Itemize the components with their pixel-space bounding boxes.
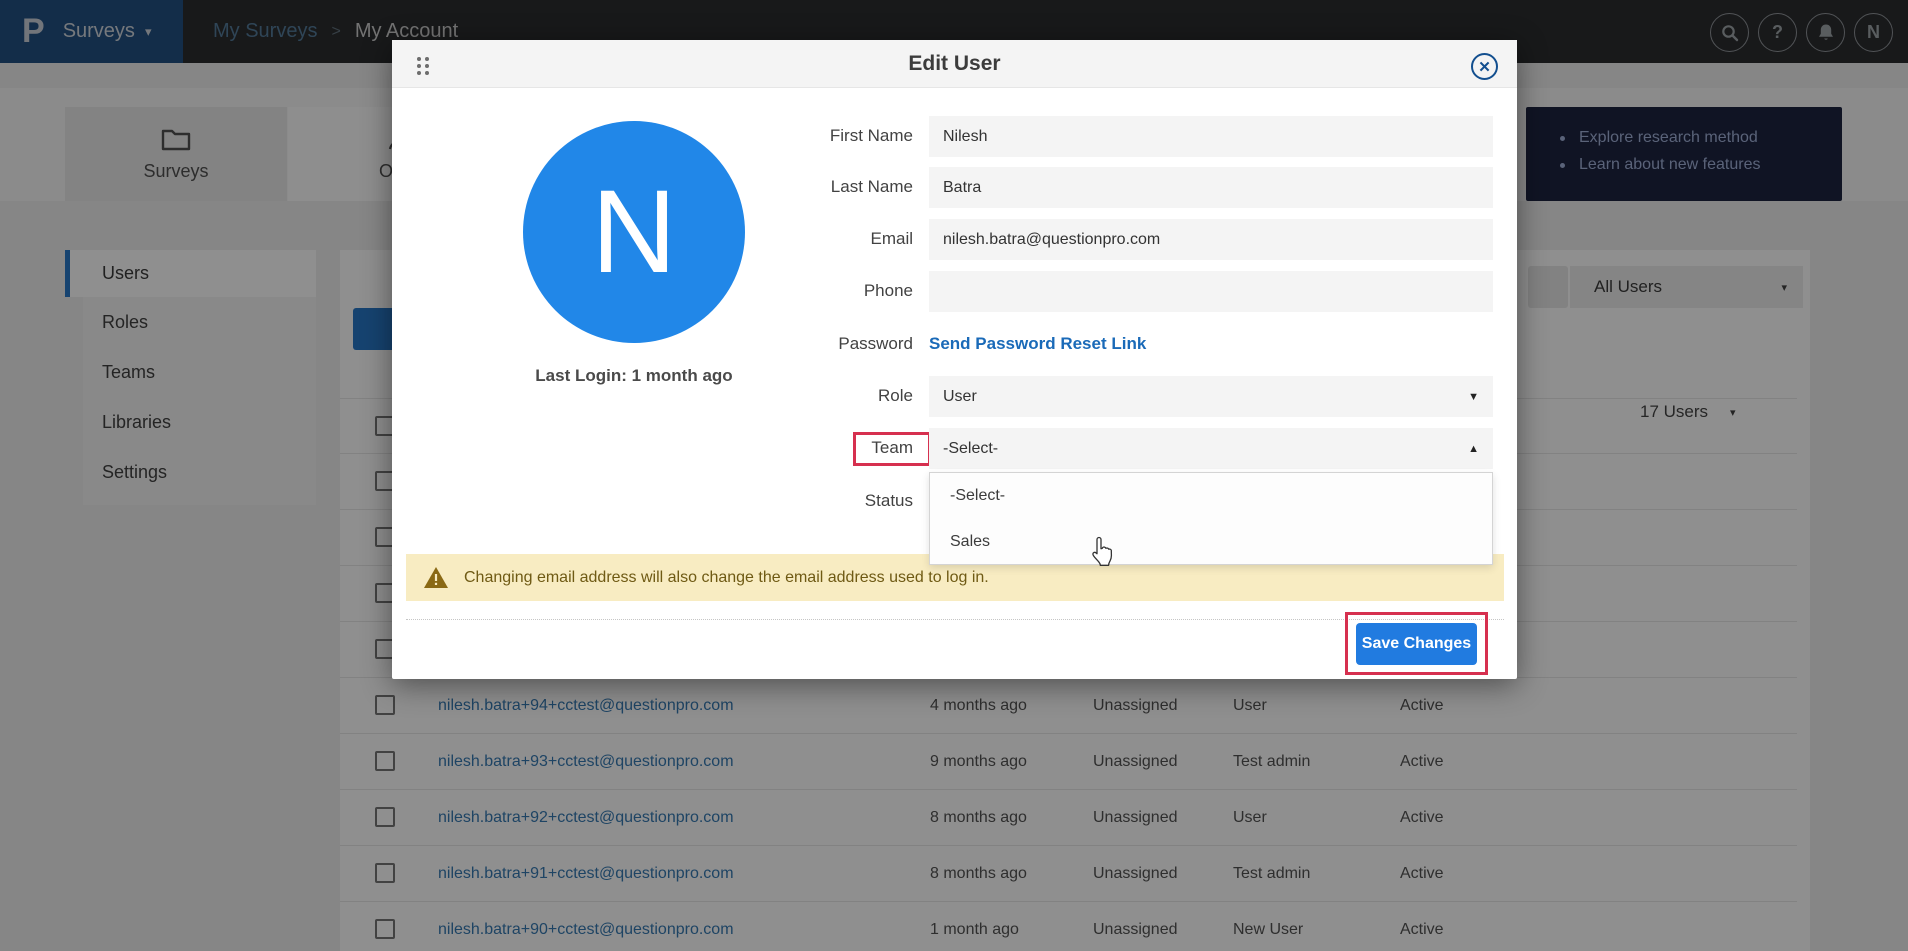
warning-triangle-icon	[423, 566, 449, 589]
edit-user-modal: Edit User ✕ N Last Login: 1 month ago Fi…	[392, 40, 1517, 679]
phone-label: Phone	[733, 281, 913, 301]
password-label: Password	[733, 334, 913, 354]
save-changes-button[interactable]: Save Changes	[1356, 623, 1477, 665]
footer-divider	[406, 619, 1504, 620]
phone-field[interactable]	[929, 271, 1493, 312]
chevron-down-icon: ▼	[1468, 391, 1479, 403]
team-select[interactable]: -Select- ▲	[929, 428, 1493, 469]
team-option-select[interactable]: -Select-	[930, 473, 1492, 519]
last-login-text: Last Login: 1 month ago	[454, 366, 814, 386]
status-label: Status	[733, 491, 913, 511]
first-name-label: First Name	[733, 126, 913, 146]
send-password-reset-link[interactable]: Send Password Reset Link	[929, 334, 1146, 354]
mouse-cursor-hand	[1090, 536, 1116, 571]
annotation-box-team	[853, 432, 931, 466]
close-icon[interactable]: ✕	[1471, 53, 1498, 80]
role-select[interactable]: User ▼	[929, 376, 1493, 417]
role-label: Role	[733, 386, 913, 406]
modal-title: Edit User	[392, 40, 1517, 88]
chevron-up-icon: ▲	[1468, 443, 1479, 455]
user-avatar: N	[523, 121, 745, 343]
last-name-field[interactable]: Batra	[929, 167, 1493, 208]
last-name-label: Last Name	[733, 177, 913, 197]
team-dropdown-menu: -Select- Sales	[929, 472, 1493, 565]
modal-header: Edit User ✕	[392, 40, 1517, 88]
email-label: Email	[733, 229, 913, 249]
team-option-sales[interactable]: Sales	[930, 519, 1492, 565]
email-field[interactable]: nilesh.batra@questionpro.com	[929, 219, 1493, 260]
first-name-field[interactable]: Nilesh	[929, 116, 1493, 157]
warning-text: Changing email address will also change …	[464, 569, 989, 587]
